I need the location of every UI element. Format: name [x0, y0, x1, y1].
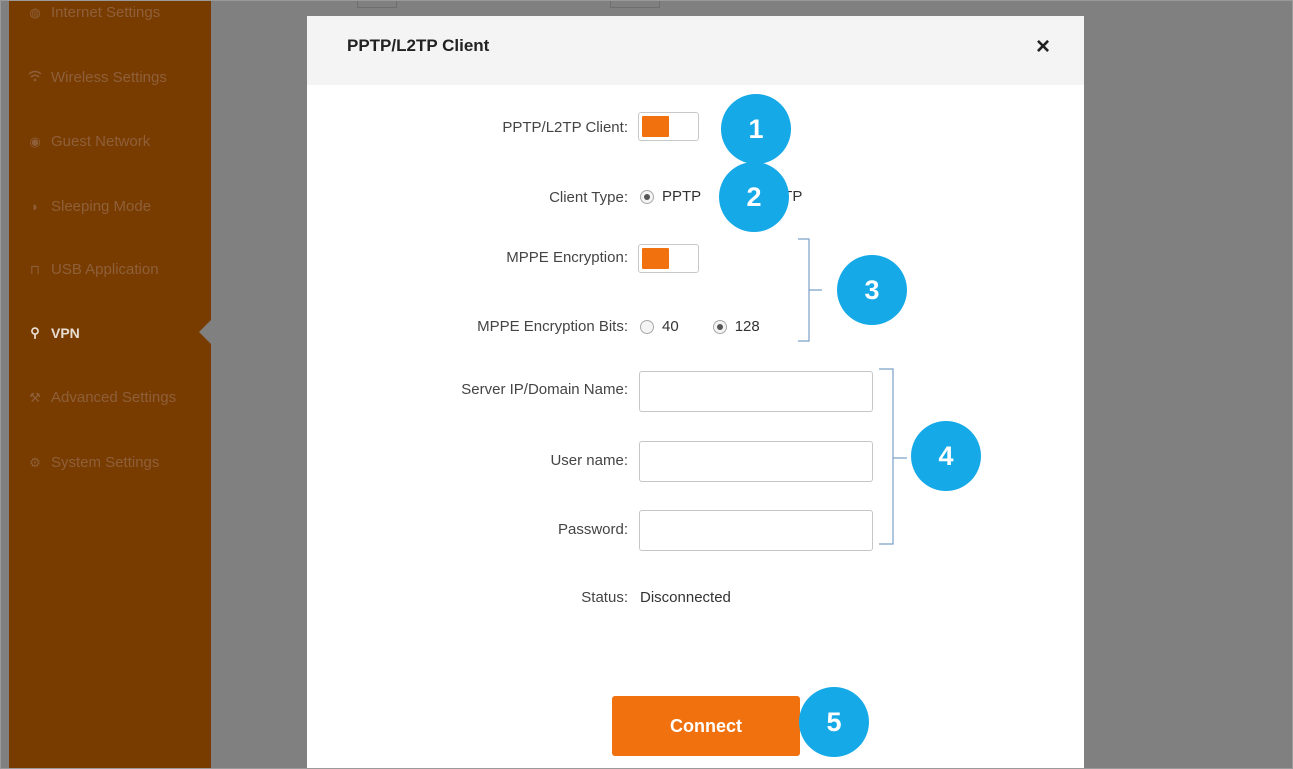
pptp-l2tp-dialog: PPTP/L2TP Client × PPTP/L2TP Client: Cli…	[307, 16, 1084, 768]
sidebar-item-label: Advanced Settings	[51, 389, 177, 406]
client-toggle[interactable]	[638, 112, 699, 141]
radio-label: 128	[734, 318, 760, 335]
sidebar-item-usb-application[interactable]: ⊓ USB Application	[27, 261, 159, 278]
bracket-3	[798, 238, 822, 342]
bracket-4	[879, 368, 907, 545]
callout-badge-1: 1	[721, 94, 791, 164]
server-input[interactable]	[639, 371, 873, 412]
sidebar-item-internet-settings[interactable]: ◍ Internet Settings	[27, 4, 160, 21]
sidebar-item-guest-network[interactable]: ◉ Guest Network	[27, 133, 150, 150]
sidebar-item-system-settings[interactable]: ⚙ System Settings	[27, 454, 159, 471]
sidebar-item-vpn[interactable]: ⚲ VPN	[27, 325, 80, 341]
router-admin-window: ◍ Internet Settings Wireless Settings ◉ …	[0, 0, 1293, 769]
radio-label: PPTP	[662, 188, 702, 205]
sidebar-item-label: USB Application	[51, 261, 159, 278]
background-fragment	[610, 1, 660, 8]
callout-badge-5: 5	[799, 687, 869, 757]
username-input[interactable]	[639, 441, 873, 482]
callout-badge-2: 2	[719, 162, 789, 232]
status-label: Status:	[581, 589, 628, 606]
client-type-label: Client Type:	[549, 189, 628, 206]
toggle-on-indicator	[642, 248, 669, 269]
mppe-bits-radio-group: 40 128	[640, 318, 786, 335]
radio-40[interactable]: 40	[640, 318, 679, 335]
sidebar-item-label: Sleeping Mode	[51, 198, 152, 215]
radio-dot-selected	[640, 189, 654, 204]
background-fragment	[357, 1, 397, 8]
wrench-icon: ⚒	[29, 389, 41, 405]
radio-pptp[interactable]: PPTP	[640, 188, 701, 205]
radio-label: 40	[662, 318, 679, 335]
password-label: Password:	[557, 521, 628, 538]
sidebar-item-label: Wireless Settings	[51, 69, 167, 86]
vpn-icon: ⚲	[30, 325, 40, 340]
usb-icon: ⊓	[29, 261, 41, 277]
close-icon[interactable]: ×	[1029, 33, 1057, 61]
sidebar-item-advanced-settings[interactable]: ⚒ Advanced Settings	[27, 389, 176, 406]
toggle-on-indicator	[642, 116, 669, 137]
globe-icon: ◍	[29, 4, 41, 20]
mppe-toggle-label: MPPE Encryption:	[506, 249, 628, 266]
sidebar-item-label: Internet Settings	[51, 4, 161, 21]
dialog-title: PPTP/L2TP Client	[347, 36, 490, 55]
wifi-icon	[27, 70, 43, 85]
radio-dot	[640, 319, 654, 334]
sidebar-item-sleeping-mode[interactable]: ◗ Sleeping Mode	[27, 198, 151, 215]
connect-button[interactable]: Connect	[612, 696, 800, 756]
sidebar-item-label: System Settings	[51, 454, 160, 471]
radio-128[interactable]: 128	[712, 318, 760, 335]
username-label: User name:	[550, 452, 628, 469]
callout-badge-3: 3	[837, 255, 907, 325]
status-value: Disconnected	[640, 589, 731, 606]
password-input[interactable]	[639, 510, 873, 551]
radio-dot-selected	[712, 319, 727, 334]
server-label: Server IP/Domain Name:	[461, 381, 628, 398]
sidebar: ◍ Internet Settings Wireless Settings ◉ …	[9, 1, 211, 768]
sidebar-item-wireless-settings[interactable]: Wireless Settings	[27, 69, 167, 86]
client-toggle-label: PPTP/L2TP Client:	[502, 119, 628, 136]
callout-badge-4: 4	[911, 421, 981, 491]
sidebar-item-label: VPN	[51, 325, 80, 341]
active-indicator-arrow	[199, 319, 212, 345]
mppe-bits-label: MPPE Encryption Bits:	[477, 318, 628, 335]
moon-icon: ◗	[31, 199, 39, 214]
dialog-header: PPTP/L2TP Client ×	[307, 16, 1084, 85]
sidebar-item-label: Guest Network	[51, 133, 151, 150]
mppe-toggle[interactable]	[638, 244, 699, 273]
guest-icon: ◉	[29, 133, 41, 149]
gear-icon: ⚙	[29, 454, 41, 470]
